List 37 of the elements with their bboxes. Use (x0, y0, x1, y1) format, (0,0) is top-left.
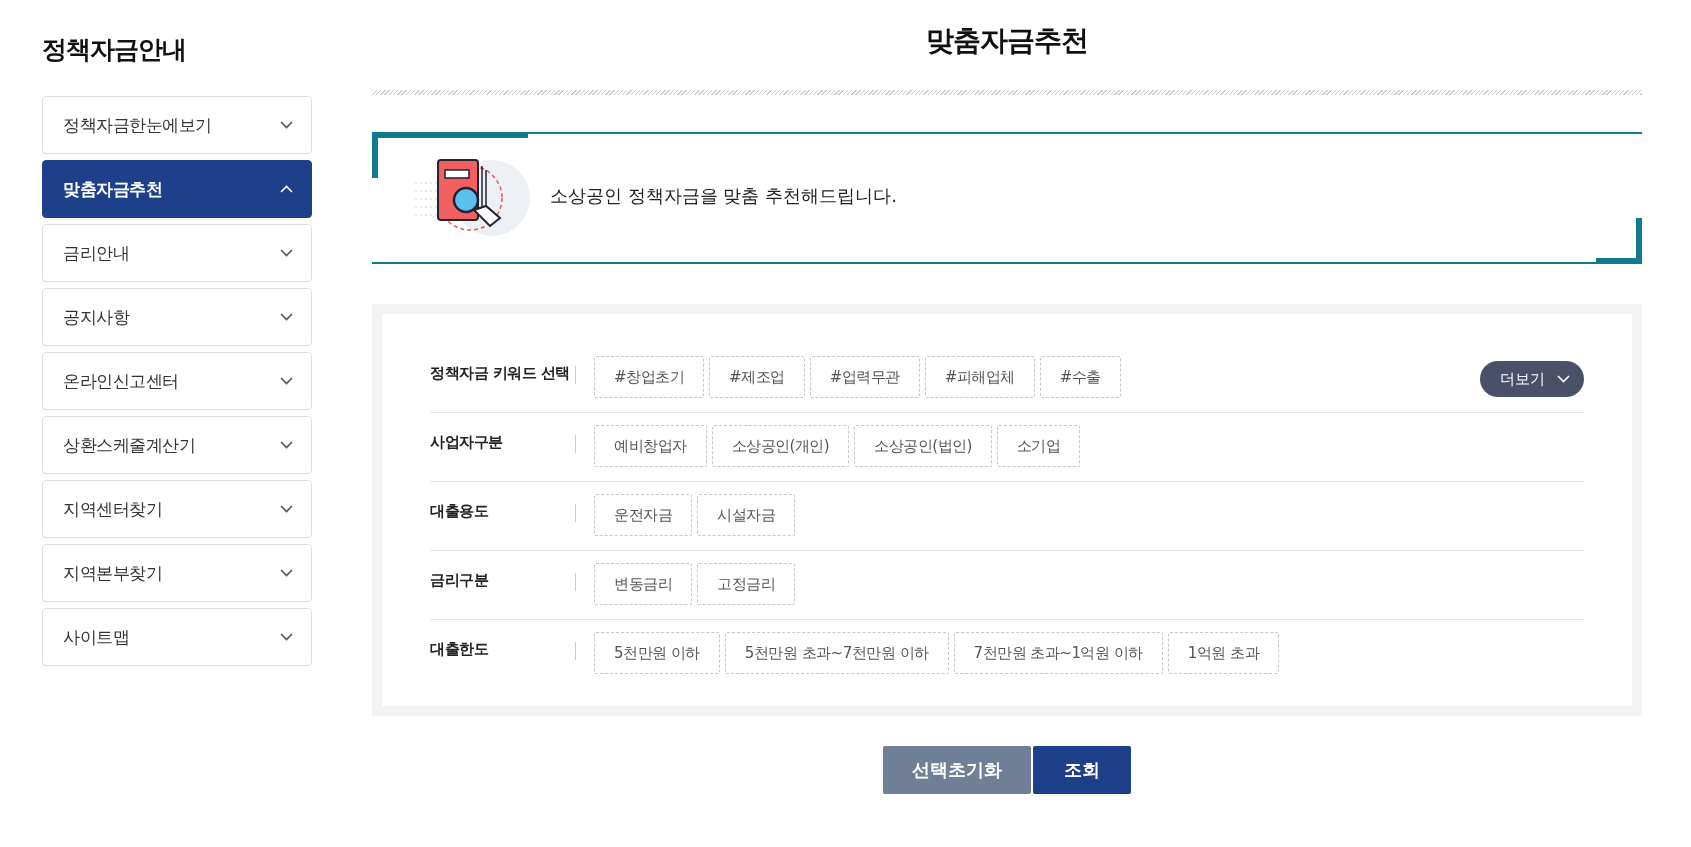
filter-option[interactable]: 1억원 초과 (1167, 632, 1280, 674)
page-title: 맞춤자금추천 (925, 23, 1089, 59)
sidebar-menu-item[interactable]: 지역센터찾기 (42, 480, 312, 538)
sidebar-title: 정책자금안내 (42, 34, 187, 66)
filter-option[interactable]: 운전자금 (594, 494, 692, 536)
reset-button[interactable]: 선택초기화 (883, 746, 1031, 794)
filter-option[interactable]: 예비창업자 (594, 425, 707, 467)
filter-label: 금리구분 (430, 570, 490, 590)
sidebar-menu-item[interactable]: 금리안내 (42, 224, 312, 282)
filter-label: 대출용도 (430, 501, 489, 521)
filter-option[interactable]: #피해업체 (924, 356, 1035, 398)
more-button[interactable]: 더보기 (1480, 361, 1584, 397)
filter-option[interactable]: 5천만원 이하 (594, 632, 720, 674)
filter-option[interactable]: 시설자금 (697, 494, 795, 536)
filter-option[interactable]: 소상공인(법인) (854, 425, 992, 467)
filter-option[interactable]: 고정금리 (697, 563, 795, 605)
filter-option[interactable]: #수출 (1039, 356, 1121, 398)
filter-label: 대출한도 (430, 639, 489, 659)
filter-option[interactable]: #업력무관 (809, 356, 920, 398)
sidebar-menu-item[interactable]: 온라인신고센터 (42, 352, 312, 410)
filter-option[interactable]: #제조업 (709, 356, 805, 398)
sidebar-menu-item[interactable]: 공지사항 (42, 288, 312, 346)
filter-option[interactable]: 5천만원 초과~7천만원 이하 (724, 632, 949, 674)
sidebar-menu-item[interactable]: 상환스케줄계산기 (42, 416, 312, 474)
sidebar-menu-item[interactable]: 정책자금한눈에보기 (42, 96, 312, 154)
sidebar-menu-item[interactable]: 사이트맵 (42, 608, 312, 666)
filter-label: 사업자구분 (430, 432, 504, 452)
sidebar-menu-item[interactable]: 맞춤자금추천 (42, 160, 312, 218)
filter-option[interactable]: 7천만원 초과~1억원 이하 (953, 632, 1163, 674)
search-button[interactable]: 조회 (1033, 746, 1131, 794)
filter-option[interactable]: 소상공인(개인) (711, 425, 850, 467)
filter-option[interactable]: 소기업 (996, 425, 1081, 467)
filter-label: 정책자금 키워드 선택 (430, 363, 571, 383)
sidebar-menu-item[interactable]: 지역본부찾기 (42, 544, 312, 602)
filter-option[interactable]: 변동금리 (594, 563, 692, 605)
intro-text: 소상공인 정책자금을 맞춤 추천해드립니다. (550, 184, 897, 208)
filter-option[interactable]: #창업초기 (594, 356, 705, 398)
